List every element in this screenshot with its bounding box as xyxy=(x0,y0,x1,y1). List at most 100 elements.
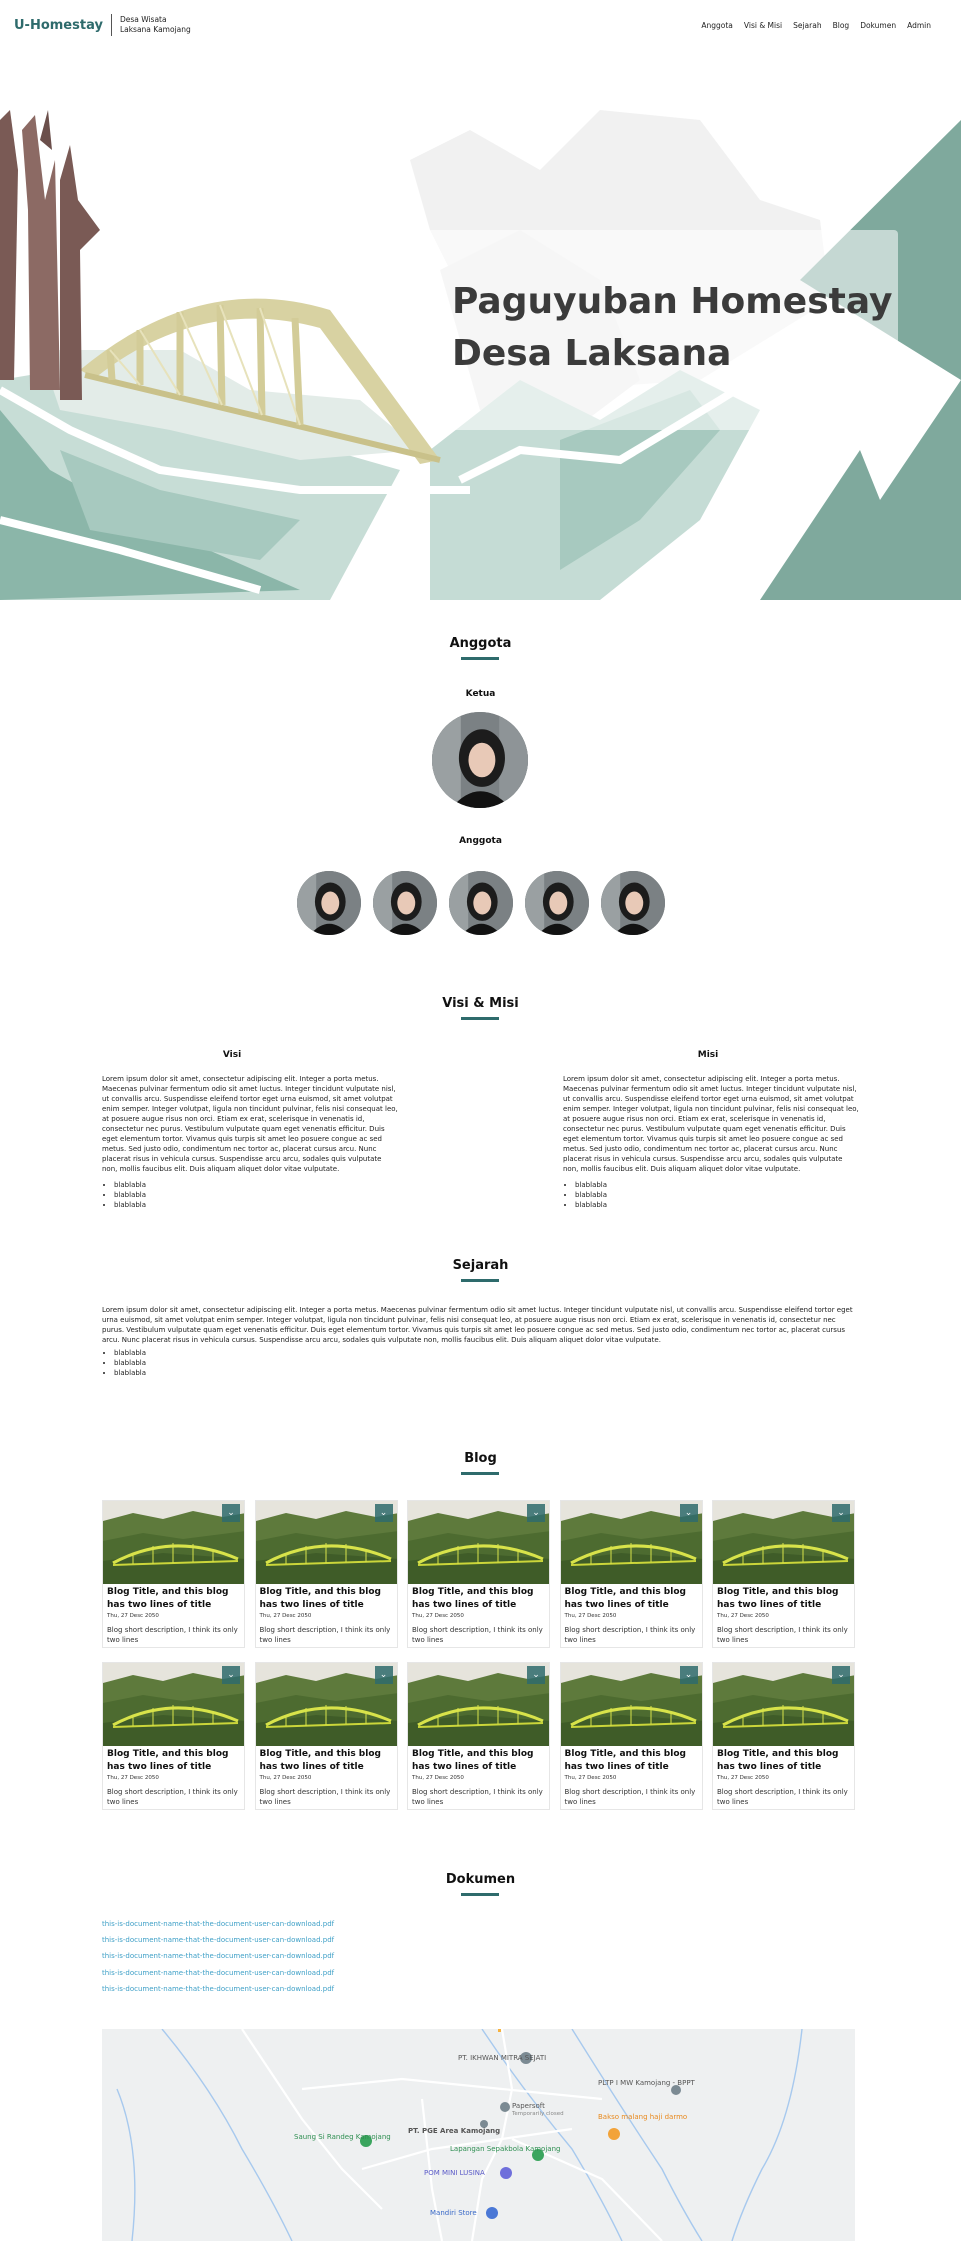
chevron-down-icon[interactable]: ⌄ xyxy=(374,1666,393,1684)
blog-card-date: Thu, 27 Desc 2050 xyxy=(412,1613,464,1619)
map-label-ikhwan[interactable]: PT. IKHWAN MITRA SEJATI xyxy=(458,2054,546,2062)
blog-card-title[interactable]: Blog Title, and this blog has two lines … xyxy=(408,1746,549,1774)
blog-card-image[interactable]: ⌄ xyxy=(560,1501,702,1584)
chevron-down-icon[interactable]: ⌄ xyxy=(222,1666,240,1684)
chevron-down-icon[interactable]: ⌄ xyxy=(374,1504,393,1522)
member-photo xyxy=(601,871,665,935)
blog-card-title[interactable]: Blog Title, and this blog has two lines … xyxy=(103,1746,244,1774)
blog-card-title[interactable]: Blog Title, and this blog has two lines … xyxy=(256,1746,397,1774)
blog-card-date: Thu, 27 Desc 2050 xyxy=(259,1775,312,1781)
blog-card-date: Thu, 27 Desc 2050 xyxy=(717,1613,769,1619)
map-label-pom[interactable]: POM MINI LUSINA xyxy=(424,2169,485,2177)
blog-card[interactable]: ⌄ Blog Title, and this blog has two line… xyxy=(407,1500,550,1648)
chevron-down-icon[interactable]: ⌄ xyxy=(527,1666,545,1684)
document-link[interactable]: this-is-document-name-that-the-document-… xyxy=(102,1981,334,1997)
document-link[interactable]: this-is-document-name-that-the-document-… xyxy=(102,1965,334,1981)
blog-card-image[interactable]: ⌄ xyxy=(713,1663,854,1746)
map-label-bakso[interactable]: Bakso malang haji darmo xyxy=(598,2113,687,2121)
blog-card-title[interactable]: Blog Title, and this blog has two lines … xyxy=(561,1584,702,1612)
list-item: blablabla xyxy=(114,1358,146,1368)
chevron-down-icon[interactable]: ⌄ xyxy=(832,1504,850,1522)
nav-link-visi-misi[interactable]: Visi & Misi xyxy=(744,21,782,30)
blog-card-description: Blog short description, I think its only… xyxy=(107,1626,238,1644)
map-label-lapangan[interactable]: Lapangan Sepakbola Kamojang xyxy=(450,2145,560,2153)
member-avatar[interactable] xyxy=(297,871,361,935)
chevron-down-icon[interactable]: ⌄ xyxy=(679,1666,698,1684)
blog-card-title[interactable]: Blog Title, and this blog has two lines … xyxy=(713,1746,854,1774)
blog-card-image[interactable]: ⌄ xyxy=(408,1501,549,1584)
list-item: blablabla xyxy=(575,1190,607,1200)
chevron-down-icon[interactable]: ⌄ xyxy=(527,1504,545,1522)
blog-card[interactable]: ⌄ Blog Title, and this blog has two line… xyxy=(102,1500,245,1648)
blog-card-title[interactable]: Blog Title, and this blog has two lines … xyxy=(256,1584,397,1612)
blog-card[interactable]: ⌄ Blog Title, and this blog has two line… xyxy=(407,1662,550,1810)
blog-card-title[interactable]: Blog Title, and this blog has two lines … xyxy=(408,1584,549,1612)
document-link[interactable]: this-is-document-name-that-the-document-… xyxy=(102,1916,334,1932)
sejarah-text: Lorem ipsum dolor sit amet, consectetur … xyxy=(102,1306,853,1344)
document-link[interactable]: this-is-document-name-that-the-document-… xyxy=(102,1932,334,1948)
anggota-title-underline xyxy=(461,657,499,660)
map-label-saung[interactable]: Saung Si Randeg Kamojang xyxy=(294,2133,391,2141)
blog-card[interactable]: ⌄ Blog Title, and this blog has two line… xyxy=(712,1662,855,1810)
blog-card-description: Blog short description, I think its only… xyxy=(259,1788,391,1806)
chevron-down-icon[interactable]: ⌄ xyxy=(679,1504,698,1522)
dokumen-title-underline xyxy=(461,1893,499,1896)
blog-card-description: Blog short description, I think its only… xyxy=(564,1788,696,1806)
chevron-down-icon[interactable]: ⌄ xyxy=(222,1504,240,1522)
list-item: blablabla xyxy=(114,1368,146,1378)
blog-card[interactable]: ⌄ Blog Title, and this blog has two line… xyxy=(712,1500,855,1648)
blog-card[interactable]: ⌄ Blog Title, and this blog has two line… xyxy=(254,1500,398,1648)
nav-link-blog[interactable]: Blog xyxy=(833,21,850,30)
map-label-papersoft-status: Temporarily closed xyxy=(512,2111,564,2117)
blog-card-image[interactable]: ⌄ xyxy=(560,1663,702,1746)
blog-card-image[interactable]: ⌄ xyxy=(408,1663,549,1746)
blog-card-date: Thu, 27 Desc 2050 xyxy=(717,1775,769,1781)
member-photo xyxy=(297,871,361,935)
dokumen-title: Dokumen xyxy=(445,1872,516,1887)
brand-subtitle: Desa Wisata Laksana Kamojang xyxy=(120,15,191,35)
blog-card-image[interactable]: ⌄ xyxy=(103,1663,244,1746)
misi-text: Lorem ipsum dolor sit amet, consectetur … xyxy=(563,1075,859,1173)
chevron-down-icon[interactable]: ⌄ xyxy=(832,1666,850,1684)
member-avatar[interactable] xyxy=(525,871,589,935)
blog-card-title[interactable]: Blog Title, and this blog has two lines … xyxy=(561,1746,702,1774)
member-photo xyxy=(525,871,589,935)
map-label-papersoft[interactable]: Papersoft xyxy=(512,2102,545,2110)
visi-text: Lorem ipsum dolor sit amet, consectetur … xyxy=(102,1075,398,1173)
nav-links: Anggota Visi & Misi Sejarah Blog Dokumen… xyxy=(701,21,931,30)
blog-card[interactable]: ⌄ Blog Title, and this blog has two line… xyxy=(254,1662,398,1810)
nav-link-admin[interactable]: Admin xyxy=(907,21,931,30)
nav-link-sejarah[interactable]: Sejarah xyxy=(793,21,822,30)
blog-card[interactable]: ⌄ Blog Title, and this blog has two line… xyxy=(102,1662,245,1810)
anggota-members-label: Anggota xyxy=(459,836,502,846)
map-label-pge[interactable]: PT. PGE Area Kamojang xyxy=(408,2127,500,2135)
blog-card-image[interactable]: ⌄ xyxy=(255,1663,397,1746)
map-label-pltp[interactable]: PLTP I MW Kamojang - BPPT xyxy=(598,2079,695,2087)
member-avatar[interactable] xyxy=(601,871,665,935)
blog-card-date: Thu, 27 Desc 2050 xyxy=(564,1613,617,1619)
blog-card-title[interactable]: Blog Title, and this blog has two lines … xyxy=(103,1584,244,1612)
blog-card-title[interactable]: Blog Title, and this blog has two lines … xyxy=(713,1584,854,1612)
location-map[interactable]: PT. IKHWAN MITRA SEJATI Papersoft Tempor… xyxy=(102,2029,855,2241)
nav-link-dokumen[interactable]: Dokumen xyxy=(860,21,896,30)
blog-card-image[interactable]: ⌄ xyxy=(103,1501,244,1584)
misi-bullets: blablabla blablabla blablabla xyxy=(563,1180,607,1210)
nav-link-anggota[interactable]: Anggota xyxy=(701,21,733,30)
map-label-mandiri[interactable]: Mandiri Store xyxy=(430,2209,477,2217)
member-avatar[interactable] xyxy=(449,871,513,935)
visi-misi-title: Visi & Misi xyxy=(442,996,519,1011)
blog-card[interactable]: ⌄ Blog Title, and this blog has two line… xyxy=(559,1662,703,1810)
anggota-title: Anggota xyxy=(449,636,512,651)
blog-card-image[interactable]: ⌄ xyxy=(255,1501,397,1584)
document-link[interactable]: this-is-document-name-that-the-document-… xyxy=(102,1948,334,1964)
hero-title-line2: Desa Laksana xyxy=(452,333,732,374)
document-list: this-is-document-name-that-the-document-… xyxy=(102,1916,334,1997)
sejarah-bullets: blablabla blablabla blablabla xyxy=(102,1348,146,1378)
ketua-avatar[interactable] xyxy=(432,712,528,808)
brand-logo[interactable]: U-Homestay xyxy=(14,18,103,33)
member-avatar[interactable] xyxy=(373,871,437,935)
list-item: blablabla xyxy=(114,1200,146,1210)
blog-card-image[interactable]: ⌄ xyxy=(713,1501,854,1584)
blog-card[interactable]: ⌄ Blog Title, and this blog has two line… xyxy=(559,1500,703,1648)
member-photo xyxy=(449,871,513,935)
